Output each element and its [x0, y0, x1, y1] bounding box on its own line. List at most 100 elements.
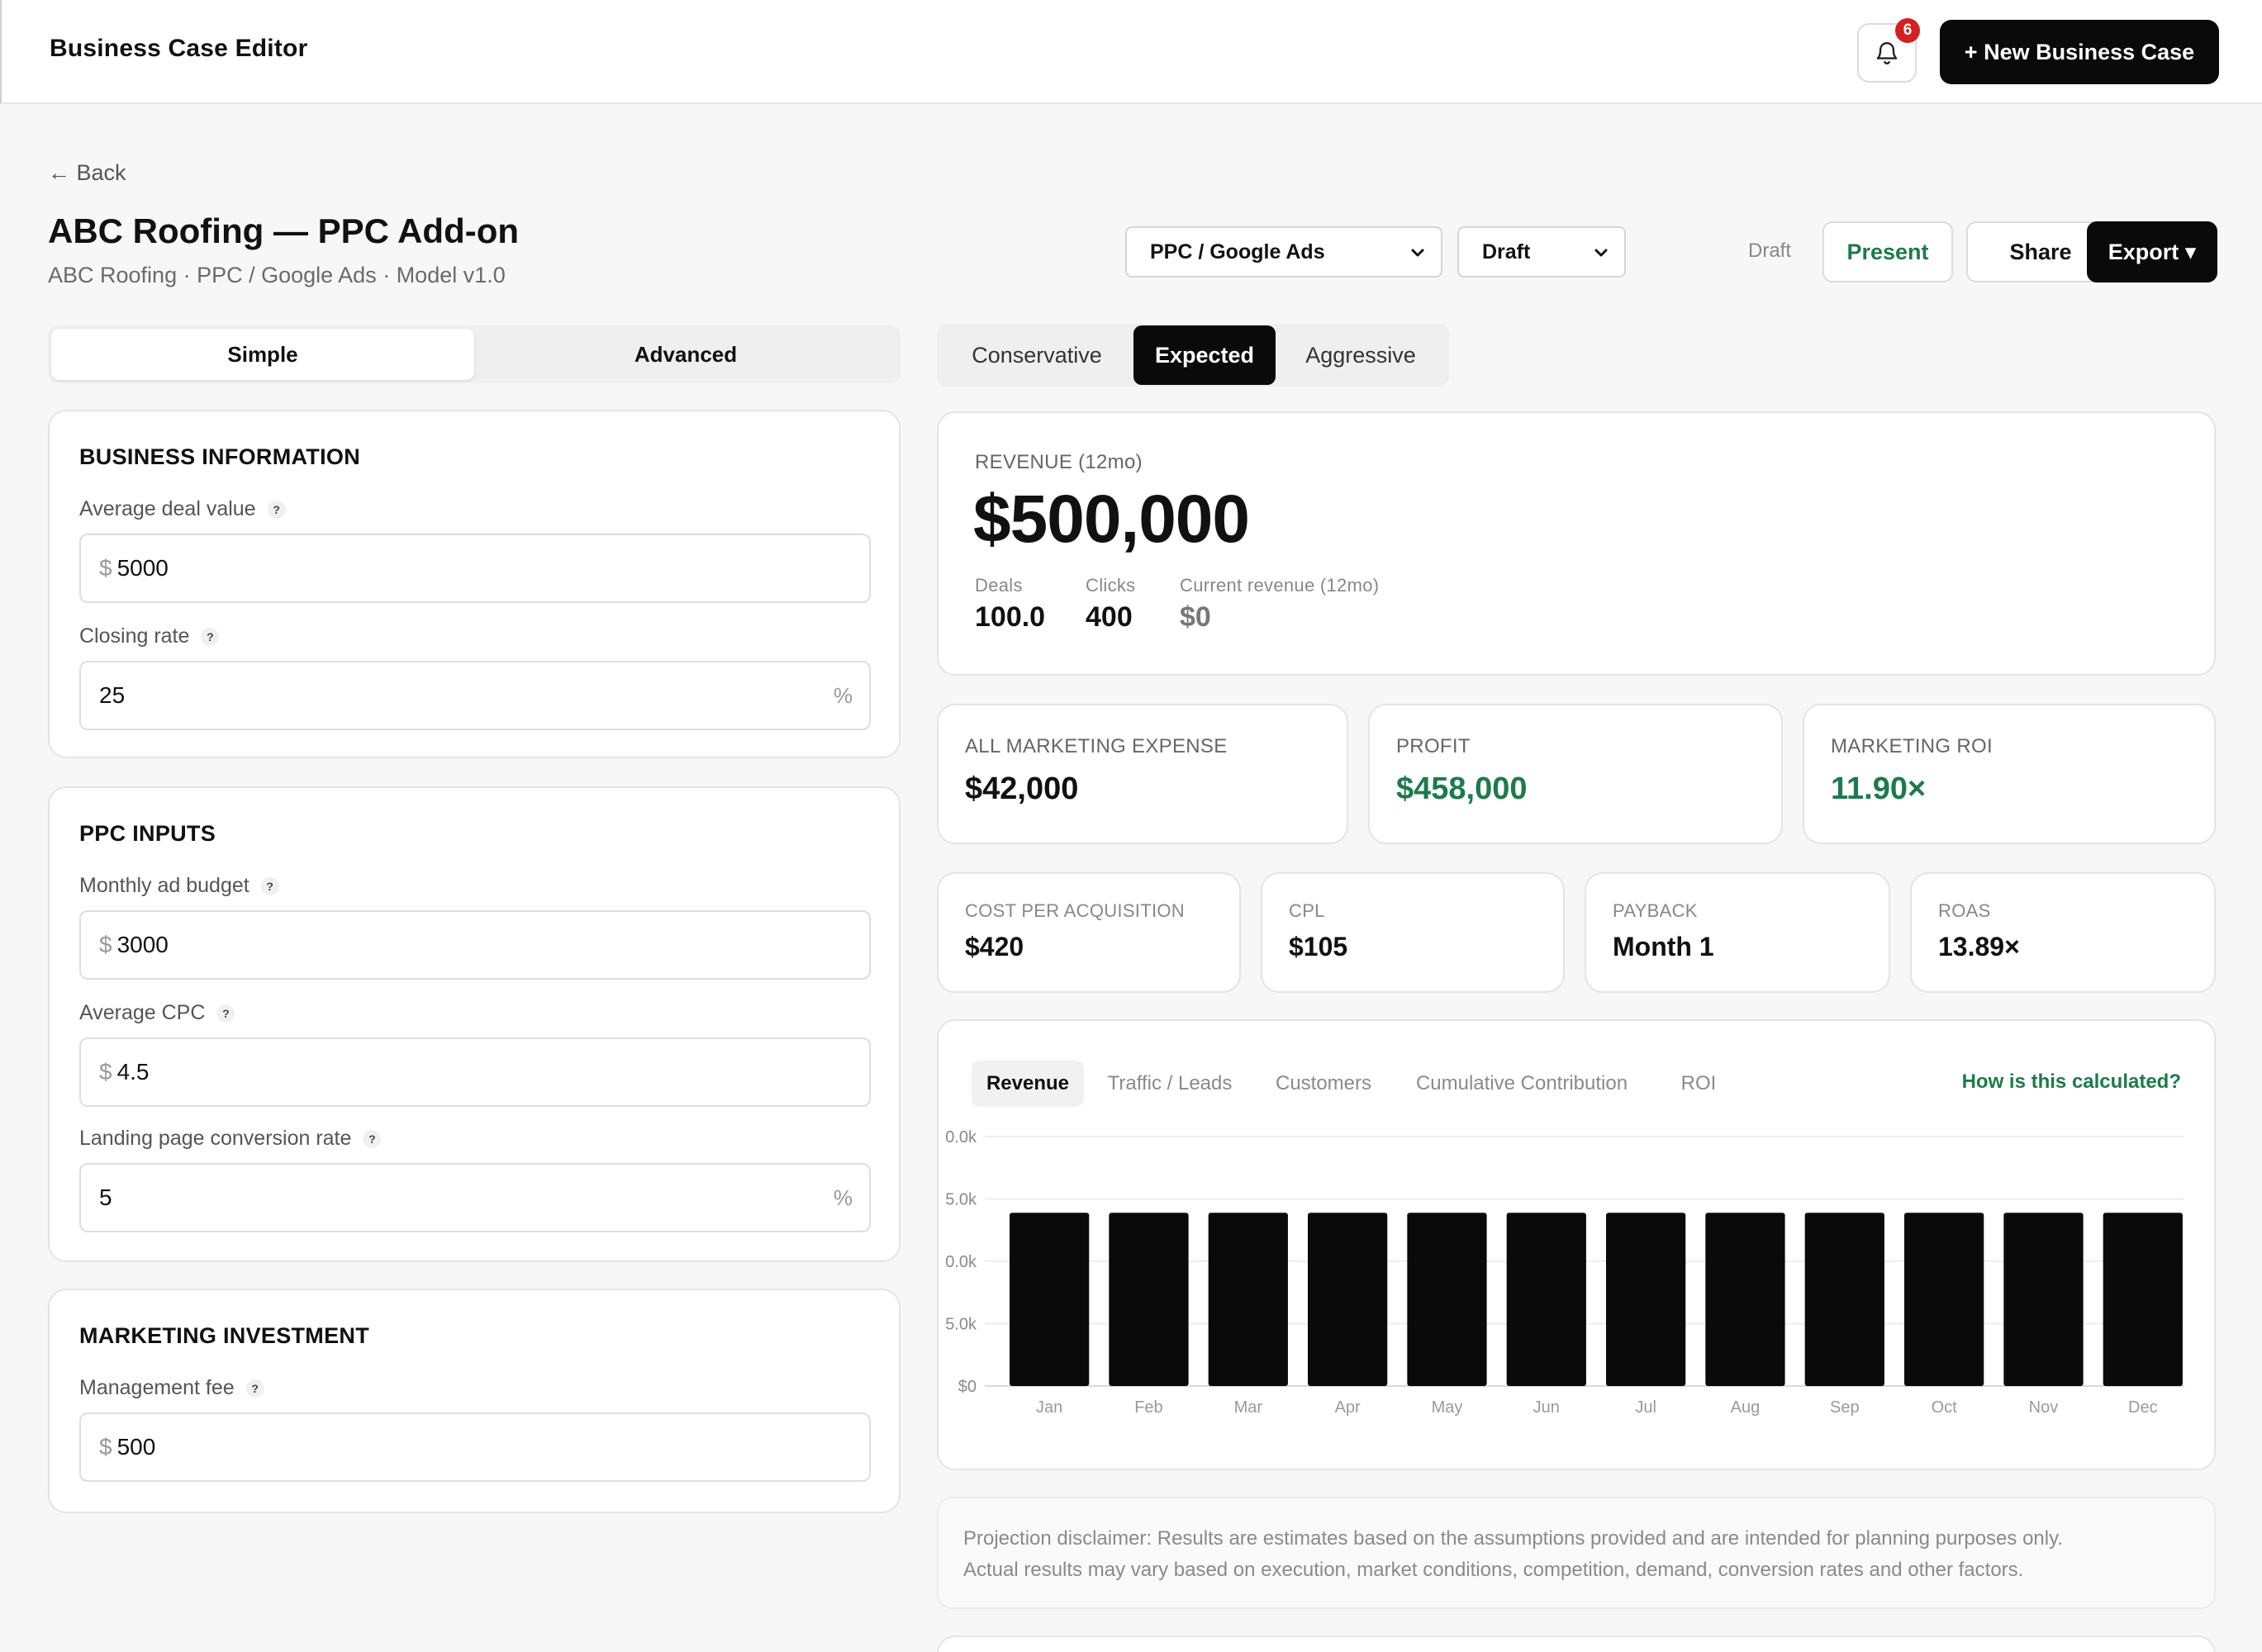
marketing-expense-card: ALL MARKETING EXPENSE $42,000: [937, 704, 1348, 844]
field-label-text: Average CPC: [79, 1001, 206, 1024]
x-tick-label: Sep: [1830, 1398, 1860, 1417]
landing-page-conversion-rate-input[interactable]: 5 %: [79, 1163, 871, 1232]
revenue-bar-feb[interactable]: [1109, 1213, 1189, 1386]
revenue-bar-aug[interactable]: [1705, 1213, 1785, 1386]
kpi-value: Month 1: [1613, 932, 1714, 961]
export-button[interactable]: Export ▾: [2087, 221, 2217, 282]
kpi-value: $42,000: [965, 771, 1079, 806]
tab-conservative[interactable]: Conservative: [943, 325, 1130, 385]
revenue-bar-apr[interactable]: [1308, 1213, 1388, 1386]
x-tick-label: Dec: [2128, 1398, 2158, 1417]
monthly-ad-budget-input[interactable]: $ 3000: [79, 910, 871, 980]
deals-label: Deals: [975, 575, 1023, 596]
kpi-label: ALL MARKETING EXPENSE: [965, 735, 1228, 757]
channel-select-value: PPC / Google Ads: [1150, 240, 1325, 263]
deals-value: 100.0: [975, 601, 1046, 633]
revenue-card: REVENUE (12mo) $500,000 Deals 100.0 Clic…: [937, 411, 2216, 676]
field-label-text: Closing rate: [79, 624, 190, 648]
notification-count-badge: 6: [1895, 18, 1920, 43]
kpi-label: PAYBACK: [1613, 900, 1698, 921]
kpi-label: CPL: [1289, 900, 1325, 921]
field-label: Average deal value ?: [79, 497, 286, 521]
new-business-case-button[interactable]: + New Business Case: [1940, 20, 2219, 84]
input-value: 5: [99, 1184, 112, 1210]
y-tick-label: 5.0k: [945, 1316, 977, 1334]
tab-simple[interactable]: Simple: [51, 329, 474, 380]
y-tick-label: 0.0k: [945, 1128, 977, 1146]
input-value: 3000: [116, 932, 169, 957]
status-select[interactable]: Draft: [1457, 226, 1626, 278]
revenue-bar-nov[interactable]: [2003, 1213, 2084, 1386]
bell-icon: [1876, 42, 1898, 64]
cpa-card: COST PER ACQUISITION $420: [937, 872, 1241, 993]
clicks-label: Clicks: [1086, 575, 1136, 596]
kpi-label: COST PER ACQUISITION: [965, 900, 1185, 921]
page-subtitle: ABC Roofing · PPC / Google Ads · Model v…: [48, 263, 506, 287]
marketing-roi-card: MARKETING ROI 11.90×: [1803, 704, 2216, 844]
field-label-text: Average deal value: [79, 497, 256, 520]
average-deal-value-input[interactable]: $ 5000: [79, 534, 871, 603]
status-text: Draft: [1748, 240, 1792, 262]
revenue-bar-jan[interactable]: [1010, 1213, 1090, 1386]
x-tick-label: Feb: [1134, 1398, 1162, 1417]
payback-card: PAYBACK Month 1: [1585, 872, 1890, 993]
management-fee-input[interactable]: $ 500: [79, 1412, 871, 1482]
y-tick-label: $0: [958, 1378, 977, 1396]
field-label: Landing page conversion rate ?: [79, 1127, 382, 1151]
x-tick-label: May: [1432, 1398, 1463, 1417]
kpi-value: 11.90×: [1831, 771, 1927, 806]
percent-suffix: %: [833, 1184, 853, 1210]
x-tick-label: Apr: [1335, 1398, 1361, 1417]
revenue-bar-oct[interactable]: [1904, 1213, 1984, 1386]
projection-disclaimer: Projection disclaimer: Results are estim…: [937, 1497, 2216, 1609]
tab-expected[interactable]: Expected: [1133, 325, 1276, 385]
revenue-bar-dec[interactable]: [2103, 1213, 2183, 1386]
status-select-value: Draft: [1482, 240, 1531, 263]
input-value: 5000: [116, 555, 169, 581]
help-icon[interactable]: ?: [216, 1004, 235, 1023]
input-value: 25: [99, 682, 126, 708]
kpi-value: $105: [1289, 932, 1348, 961]
input-value: 500: [116, 1434, 156, 1460]
tab-advanced[interactable]: Advanced: [474, 329, 897, 380]
revenue-bar-jun[interactable]: [1506, 1213, 1586, 1386]
kpi-value: 13.89×: [1938, 932, 2020, 961]
kpi-value: $420: [965, 932, 1024, 961]
revenue-label: REVENUE (12mo): [975, 451, 1143, 473]
mode-tabs: Simple Advanced: [48, 325, 901, 383]
marketing-investment-card: MARKETING INVESTMENT Management fee ? $ …: [48, 1289, 901, 1513]
revenue-bar-jul[interactable]: [1606, 1213, 1686, 1386]
closing-rate-input[interactable]: 25 %: [79, 661, 871, 730]
field-label: Management fee ?: [79, 1376, 264, 1400]
tab-aggressive[interactable]: Aggressive: [1279, 325, 1442, 385]
cpl-card: CPL $105: [1261, 872, 1565, 993]
revenue-bar-mar[interactable]: [1208, 1213, 1288, 1386]
field-label-text: Management fee: [79, 1376, 235, 1399]
x-tick-label: Jul: [1635, 1398, 1656, 1417]
help-icon[interactable]: ?: [201, 627, 220, 646]
average-cpc-input[interactable]: $ 4.5: [79, 1037, 871, 1107]
roas-card: ROAS 13.89×: [1910, 872, 2216, 993]
back-link[interactable]: ← Back: [48, 160, 126, 186]
bottom-card: [937, 1635, 2216, 1652]
scenario-tabs: Conservative Expected Aggressive: [937, 324, 1449, 387]
help-icon[interactable]: ?: [363, 1129, 382, 1148]
present-button[interactable]: Present: [1822, 221, 1953, 282]
x-tick-label: Oct: [1932, 1398, 1958, 1417]
revenue-bar-may[interactable]: [1407, 1213, 1487, 1386]
x-tick-label: Jan: [1036, 1398, 1062, 1417]
revenue-bar-sep[interactable]: [1804, 1213, 1884, 1386]
help-icon[interactable]: ?: [267, 500, 286, 519]
help-icon[interactable]: ?: [245, 1379, 264, 1398]
disclaimer-line: Actual results may vary based on executi…: [963, 1559, 2024, 1581]
y-tick-label: 0.0k: [945, 1253, 977, 1271]
help-icon[interactable]: ?: [260, 876, 279, 895]
currency-prefix: $: [99, 1059, 112, 1085]
field-label-text: Monthly ad budget: [79, 874, 249, 897]
kpi-label: ROAS: [1938, 900, 1991, 921]
channel-select[interactable]: PPC / Google Ads: [1125, 226, 1442, 278]
chevron-down-icon: [1411, 249, 1424, 257]
field-label: Average CPC ?: [79, 1001, 235, 1025]
clicks-value: 400: [1086, 601, 1133, 633]
x-tick-label: Nov: [2029, 1398, 2059, 1417]
